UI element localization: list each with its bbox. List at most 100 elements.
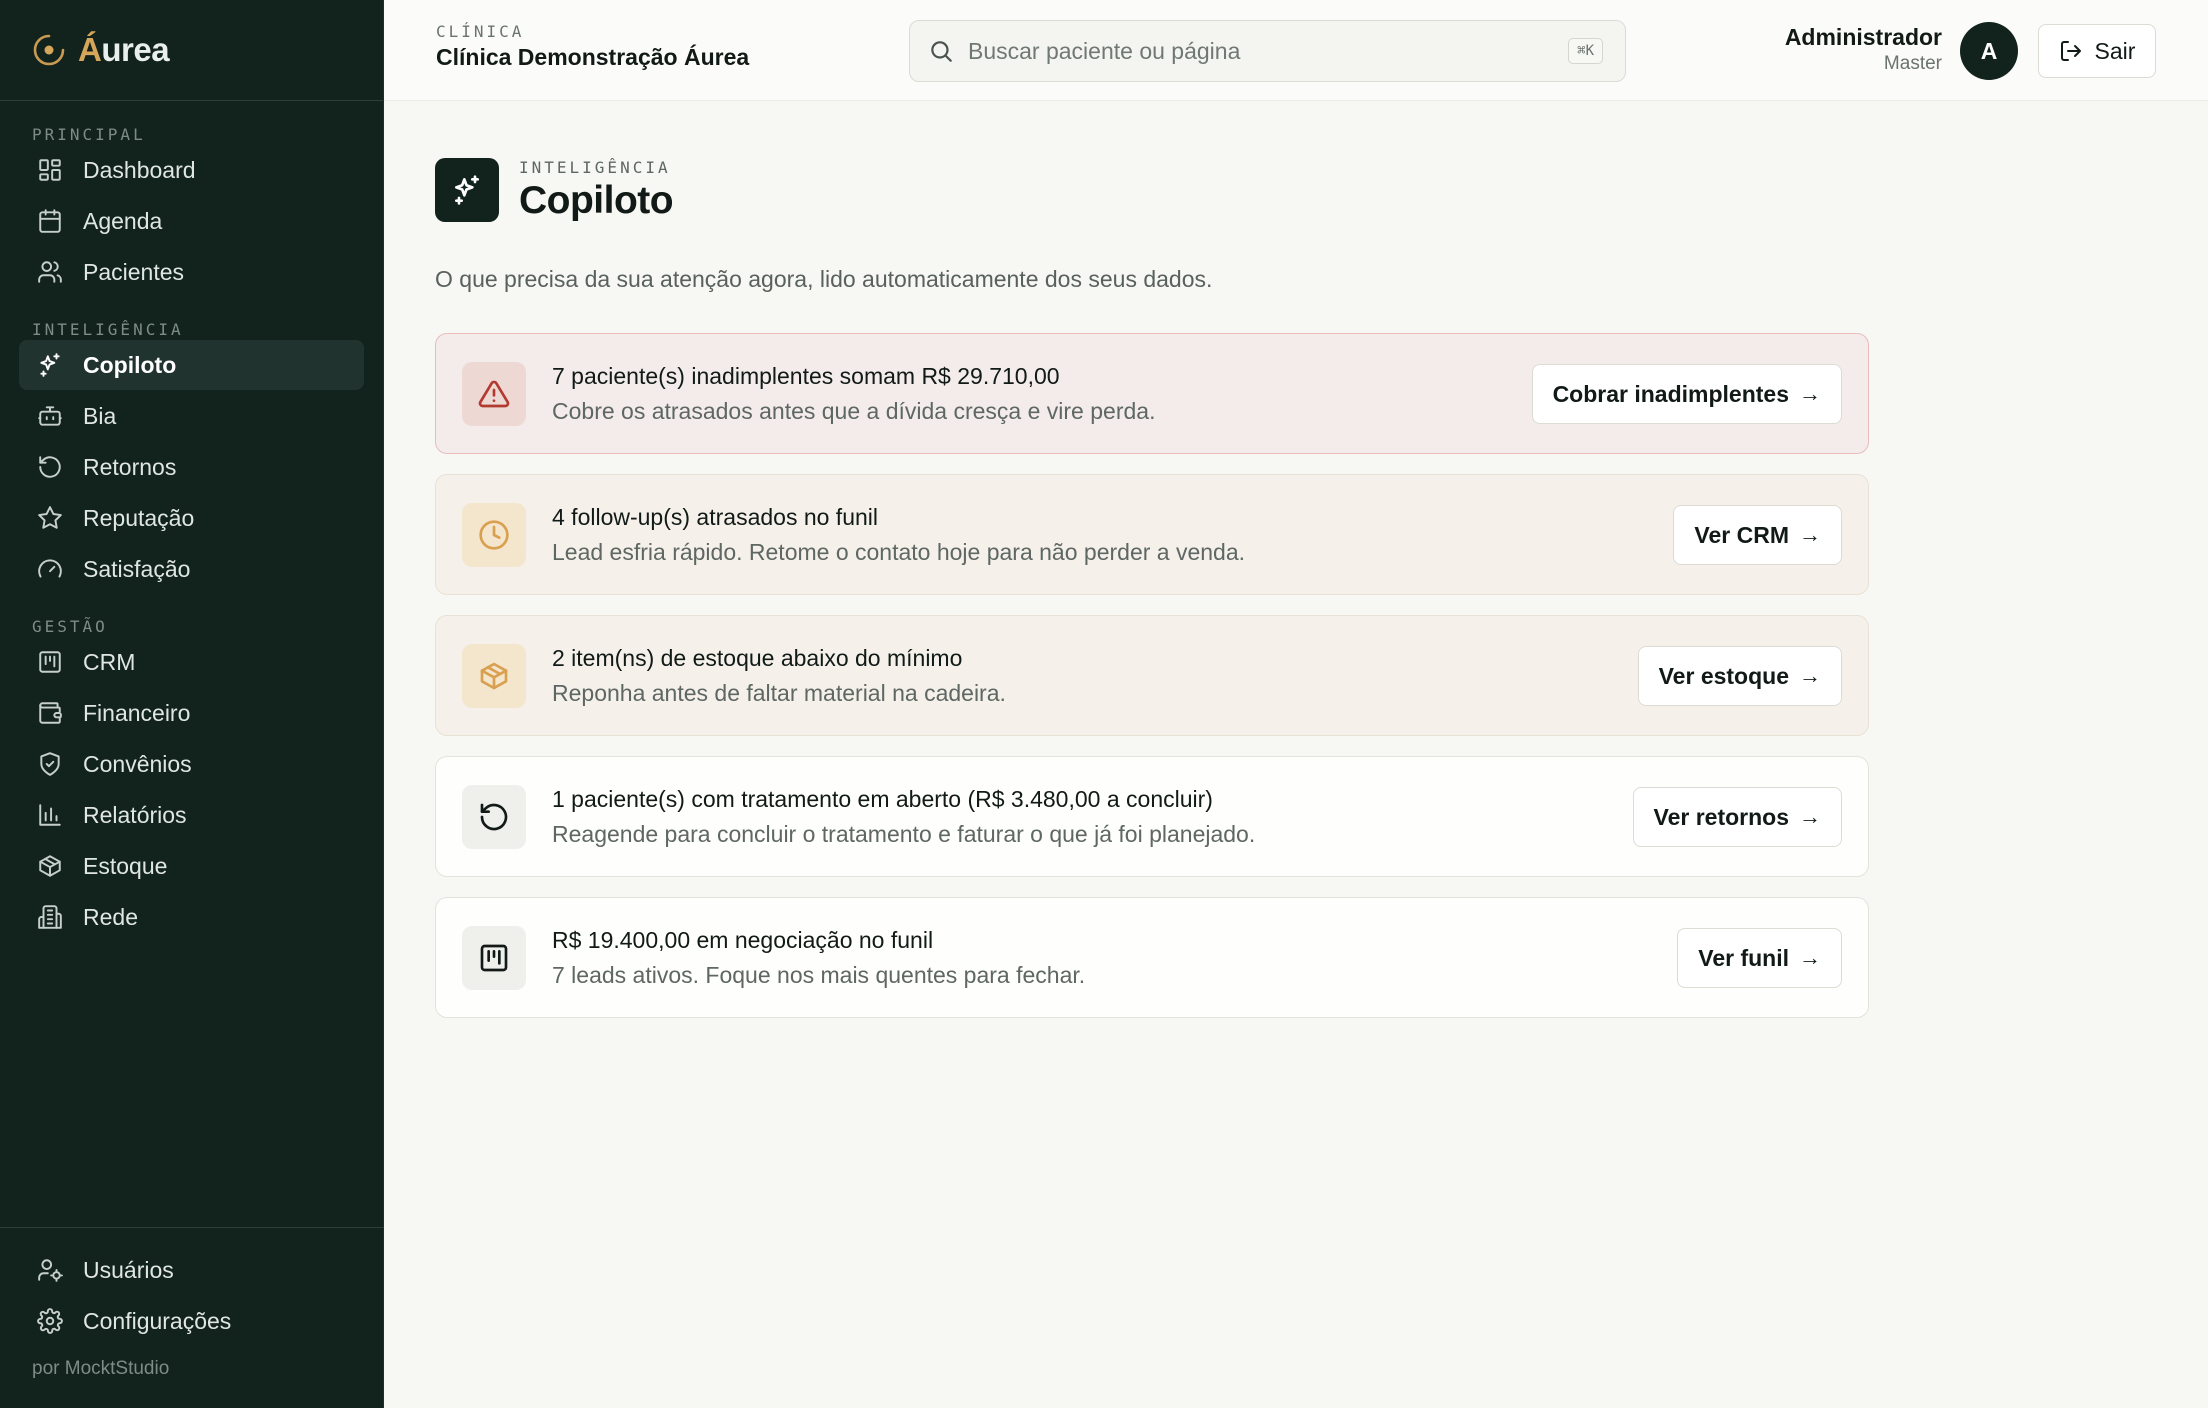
sparkles-icon <box>435 158 499 222</box>
sidebar-item-label: Dashboard <box>83 156 196 183</box>
sidebar-item-label: Estoque <box>83 852 168 879</box>
main-content: INTELIGÊNCIA Copiloto O que precisa da s… <box>435 150 1869 1038</box>
alert-triangle-icon <box>462 361 526 426</box>
sidebar-item-label: Retornos <box>83 453 177 480</box>
page-description: O que precisa da sua atenção agora, lido… <box>435 266 1213 292</box>
button-label: Cobrar inadimplentes <box>1552 380 1789 407</box>
nav-section-principal: PRINCIPAL <box>32 125 146 144</box>
logout-label: Sair <box>2094 37 2136 64</box>
user-cog-icon <box>37 1257 63 1283</box>
sidebar-item-label: Usuários <box>83 1256 174 1283</box>
sidebar-item-bia[interactable]: Bia <box>19 391 364 441</box>
bot-icon <box>37 403 63 429</box>
sidebar-item-label: Copiloto <box>83 351 177 378</box>
shield-icon <box>37 751 63 777</box>
brand-name: Áurea <box>78 31 170 68</box>
sidebar-item-financeiro[interactable]: Financeiro <box>19 688 364 738</box>
sidebar: Áurea PRINCIPAL Dashboard Agenda Pacient… <box>0 0 384 1408</box>
avatar[interactable]: A <box>1960 22 2018 80</box>
sidebar-item-relatorios[interactable]: Relatórios <box>19 790 364 840</box>
sidebar-item-dashboard[interactable]: Dashboard <box>19 145 364 195</box>
package-icon <box>462 643 526 708</box>
insight-card-inadimplentes: 7 paciente(s) inadimplentes somam R$ 29.… <box>435 333 1869 454</box>
cobrar-inadimplentes-button[interactable]: Cobrar inadimplentes → <box>1531 364 1842 424</box>
button-label: Ver funil <box>1698 944 1789 971</box>
ver-retornos-button[interactable]: Ver retornos → <box>1632 787 1842 847</box>
card-title: 4 follow-up(s) atrasados no funil <box>552 503 878 530</box>
insight-card-funil: R$ 19.400,00 em negociação no funil 7 le… <box>435 897 1869 1018</box>
sidebar-nav: PRINCIPAL Dashboard Agenda Pacientes INT… <box>0 101 383 942</box>
sidebar-item-convenios[interactable]: Convênios <box>19 739 364 789</box>
sidebar-item-label: Relatórios <box>83 801 187 828</box>
page-header: INTELIGÊNCIA Copiloto <box>435 150 1869 230</box>
topbar: CLÍNICA Clínica Demonstração Áurea Busca… <box>384 0 2208 101</box>
sidebar-item-retornos[interactable]: Retornos <box>19 442 364 492</box>
bar-chart-icon <box>37 802 63 828</box>
nav-section-gestao: GESTÃO <box>32 617 108 636</box>
arrow-right-icon: → <box>1799 804 1821 829</box>
arrow-right-icon: → <box>1799 522 1821 547</box>
building-icon <box>37 904 63 930</box>
button-label: Ver CRM <box>1694 521 1789 548</box>
sidebar-item-configuracoes[interactable]: Configurações <box>19 1296 365 1346</box>
user-info: Administrador Master <box>1785 24 1942 75</box>
ver-estoque-button[interactable]: Ver estoque → <box>1637 646 1842 706</box>
sidebar-item-pacientes[interactable]: Pacientes <box>19 247 364 297</box>
card-subtitle: Reagende para concluir o tratamento e fa… <box>552 820 1256 847</box>
nav-section-inteligencia: INTELIGÊNCIA <box>32 320 184 339</box>
clinic-name[interactable]: Clínica Demonstração Áurea <box>436 44 749 71</box>
sidebar-item-label: Configurações <box>83 1307 232 1334</box>
brand[interactable]: Áurea <box>0 0 383 101</box>
sidebar-item-copiloto[interactable]: Copiloto <box>19 340 364 390</box>
insight-card-estoque: 2 item(ns) de estoque abaixo do mínimo R… <box>435 615 1869 736</box>
dashboard-icon <box>37 157 63 183</box>
ver-crm-button[interactable]: Ver CRM → <box>1673 505 1842 565</box>
card-title: 2 item(ns) de estoque abaixo do mínimo <box>552 644 963 671</box>
sidebar-footer: Usuários Configurações por MocktStudio <box>0 1227 384 1408</box>
insight-card-tratamento: 1 paciente(s) com tratamento em aberto (… <box>435 756 1869 877</box>
sidebar-item-estoque[interactable]: Estoque <box>19 841 364 891</box>
package-icon <box>37 853 63 879</box>
clock-icon <box>462 502 526 567</box>
user-role: Master <box>1883 53 1942 74</box>
card-title: 1 paciente(s) com tratamento em aberto (… <box>552 785 1213 812</box>
search-input[interactable]: Buscar paciente ou página ⌘K <box>909 20 1626 82</box>
sidebar-item-label: Pacientes <box>83 258 185 285</box>
insight-card-followups: 4 follow-up(s) atrasados no funil Lead e… <box>435 474 1869 595</box>
sparkles-icon <box>37 352 63 378</box>
kanban-icon <box>462 925 526 990</box>
sidebar-item-agenda[interactable]: Agenda <box>19 196 364 246</box>
star-icon <box>37 505 63 531</box>
card-subtitle: 7 leads ativos. Foque nos mais quentes p… <box>552 961 1086 988</box>
brand-logo-icon <box>33 34 65 66</box>
logout-button[interactable]: Sair <box>2038 24 2156 78</box>
arrow-right-icon: → <box>1799 945 1821 970</box>
sidebar-item-crm[interactable]: CRM <box>19 637 364 687</box>
search-placeholder: Buscar paciente ou página <box>968 37 1241 64</box>
sidebar-item-label: Bia <box>83 402 117 429</box>
powered-by: por MocktStudio <box>32 1358 170 1379</box>
gauge-icon <box>37 556 63 582</box>
calendar-icon <box>37 208 63 234</box>
logout-icon <box>2060 41 2081 61</box>
sidebar-item-satisfacao[interactable]: Satisfação <box>19 544 364 594</box>
ver-funil-button[interactable]: Ver funil → <box>1677 928 1842 988</box>
insight-list: 7 paciente(s) inadimplentes somam R$ 29.… <box>435 333 1869 1018</box>
sidebar-item-label: Agenda <box>83 207 163 234</box>
arrow-right-icon: → <box>1799 663 1821 688</box>
sidebar-item-rede[interactable]: Rede <box>19 892 364 942</box>
page-title: Copiloto <box>519 178 674 222</box>
sidebar-item-usuarios[interactable]: Usuários <box>19 1245 365 1295</box>
sidebar-item-label: Rede <box>83 903 138 930</box>
button-label: Ver retornos <box>1653 803 1790 830</box>
card-subtitle: Cobre os atrasados antes que a dívida cr… <box>552 397 1156 424</box>
kanban-icon <box>37 649 63 675</box>
wallet-icon <box>37 700 63 726</box>
rotate-icon <box>37 454 63 480</box>
card-subtitle: Lead esfria rápido. Retome o contato hoj… <box>552 538 1246 565</box>
card-title: R$ 19.400,00 em negociação no funil <box>552 926 934 953</box>
sidebar-item-label: Convênios <box>83 750 192 777</box>
button-label: Ver estoque <box>1658 662 1789 689</box>
sidebar-item-reputacao[interactable]: Reputação <box>19 493 364 543</box>
page-overline: INTELIGÊNCIA <box>519 157 671 177</box>
